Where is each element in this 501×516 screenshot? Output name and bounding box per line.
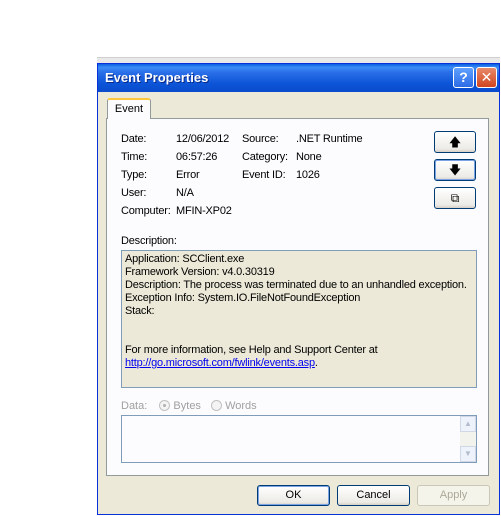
title-bar[interactable]: Event Properties ? ✕ — [98, 64, 499, 92]
close-icon[interactable]: ✕ — [476, 67, 497, 88]
type-value: Error — [176, 169, 200, 181]
event-properties-dialog: Event Properties ? ✕ Event Date: 12/06/2… — [97, 63, 500, 515]
description-line: Application: SCClient.exe — [125, 253, 245, 265]
description-label: Description: — [121, 235, 177, 247]
ok-button[interactable]: OK — [257, 485, 330, 506]
computer-label: Computer: — [121, 205, 171, 217]
scroll-up-icon[interactable]: ▲ — [460, 416, 476, 432]
data-format-row: Data: Bytes Words — [121, 400, 257, 412]
screen: Event Properties ? ✕ Event Date: 12/06/2… — [0, 0, 501, 516]
data-scrollbar[interactable]: ▲ ▼ — [460, 416, 476, 462]
event-id-value: 1026 — [296, 169, 320, 181]
description-line: Description: The process was terminated … — [125, 279, 467, 291]
window-title: Event Properties — [105, 70, 209, 85]
source-value: .NET Runtime — [296, 133, 363, 145]
words-label: Words — [225, 400, 257, 412]
help-icon[interactable]: ? — [453, 67, 474, 88]
blank-space — [125, 318, 473, 344]
help-link[interactable]: http://go.microsoft.com/fwlink/events.as… — [125, 357, 315, 369]
event-id-label: Event ID: — [242, 169, 286, 181]
cancel-button[interactable]: Cancel — [337, 485, 410, 506]
copy-icon[interactable]: ⧉ — [434, 187, 476, 209]
tab-event[interactable]: Event — [107, 98, 151, 119]
description-line: Framework Version: v4.0.30319 — [125, 266, 275, 278]
category-label: Category: — [242, 151, 288, 163]
words-radio[interactable] — [211, 400, 223, 411]
category-value: None — [296, 151, 322, 163]
data-text-area[interactable]: ▲ ▼ — [121, 415, 477, 463]
time-value: 06:57:26 — [176, 151, 218, 163]
description-line: Exception Info: System.IO.FileNotFoundEx… — [125, 292, 361, 304]
description-line: Stack: — [125, 305, 155, 317]
more-info-text: For more information, see Help and Suppo… — [125, 344, 378, 356]
bytes-label: Bytes — [173, 400, 201, 412]
source-label: Source: — [242, 133, 279, 145]
date-value: 12/06/2012 — [176, 133, 230, 145]
up-arrow-icon[interactable]: 🡅 — [434, 131, 476, 153]
computer-value: MFIN-XP02 — [176, 205, 232, 217]
link-suffix: . — [314, 357, 318, 369]
user-value: N/A — [176, 187, 194, 199]
bytes-radio[interactable] — [159, 400, 171, 411]
type-label: Type: — [121, 169, 147, 181]
apply-button[interactable]: Apply — [417, 485, 490, 506]
time-label: Time: — [121, 151, 148, 163]
down-arrow-icon[interactable]: 🡇 — [434, 159, 476, 181]
description-text-area[interactable]: Application: SCClient.exe Framework Vers… — [121, 250, 477, 388]
date-label: Date: — [121, 133, 147, 145]
more-info-link-line: http://go.microsoft.com/fwlink/events.as… — [125, 357, 473, 370]
event-tab-panel: Date: 12/06/2012 Source: .NET Runtime Ti… — [106, 118, 489, 476]
user-label: User: — [121, 187, 147, 199]
scroll-down-icon[interactable]: ▼ — [460, 446, 476, 462]
data-label: Data: — [121, 400, 148, 412]
